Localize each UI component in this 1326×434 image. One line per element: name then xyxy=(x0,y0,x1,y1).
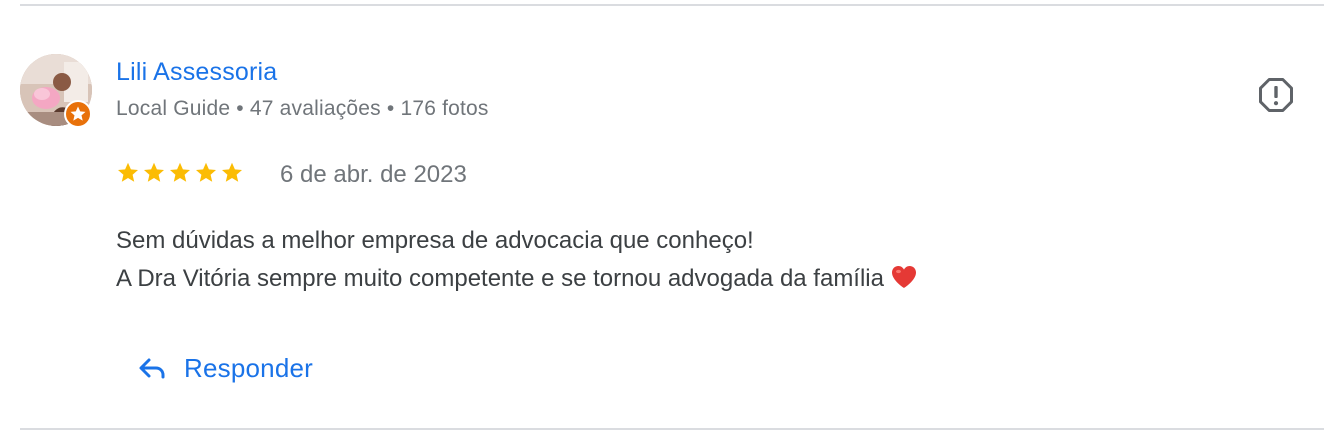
star-icon xyxy=(222,162,242,182)
reply-label: Responder xyxy=(184,352,313,383)
review-text: Sem dúvidas a melhor empresa de advocaci… xyxy=(116,222,918,298)
star-icon xyxy=(170,162,190,182)
star-icon xyxy=(144,162,164,182)
reply-arrow-icon xyxy=(139,358,165,379)
bottom-divider xyxy=(20,428,1324,430)
star-rating xyxy=(116,161,244,185)
local-guide-label: Local Guide xyxy=(116,97,231,120)
review-text-line: Sem dúvidas a melhor empresa de advocaci… xyxy=(116,227,754,254)
review-text-line-content: A Dra Vitória sempre muito competente e … xyxy=(116,265,884,292)
heart-icon xyxy=(892,266,916,288)
reviews-count: 47 avaliações xyxy=(249,97,381,120)
report-review-button[interactable] xyxy=(1256,75,1296,115)
top-divider xyxy=(20,4,1324,6)
review-text-line: A Dra Vitória sempre muito competente e … xyxy=(116,260,918,298)
meta-separator: • xyxy=(386,97,395,120)
reviewer-meta: Local Guide • 47 avaliações • 176 fotos xyxy=(116,97,489,121)
meta-separator: • xyxy=(236,97,244,120)
local-guide-star-icon xyxy=(64,100,92,128)
photos-count: 176 fotos xyxy=(400,97,489,120)
report-icon xyxy=(1259,78,1293,112)
review-date: 6 de abr. de 2023 xyxy=(280,161,467,188)
star-icon xyxy=(118,162,138,182)
reviewer-name[interactable]: Lili Assessoria xyxy=(116,58,277,87)
reply-button[interactable]: Responder xyxy=(124,340,325,396)
star-icon xyxy=(196,162,216,182)
